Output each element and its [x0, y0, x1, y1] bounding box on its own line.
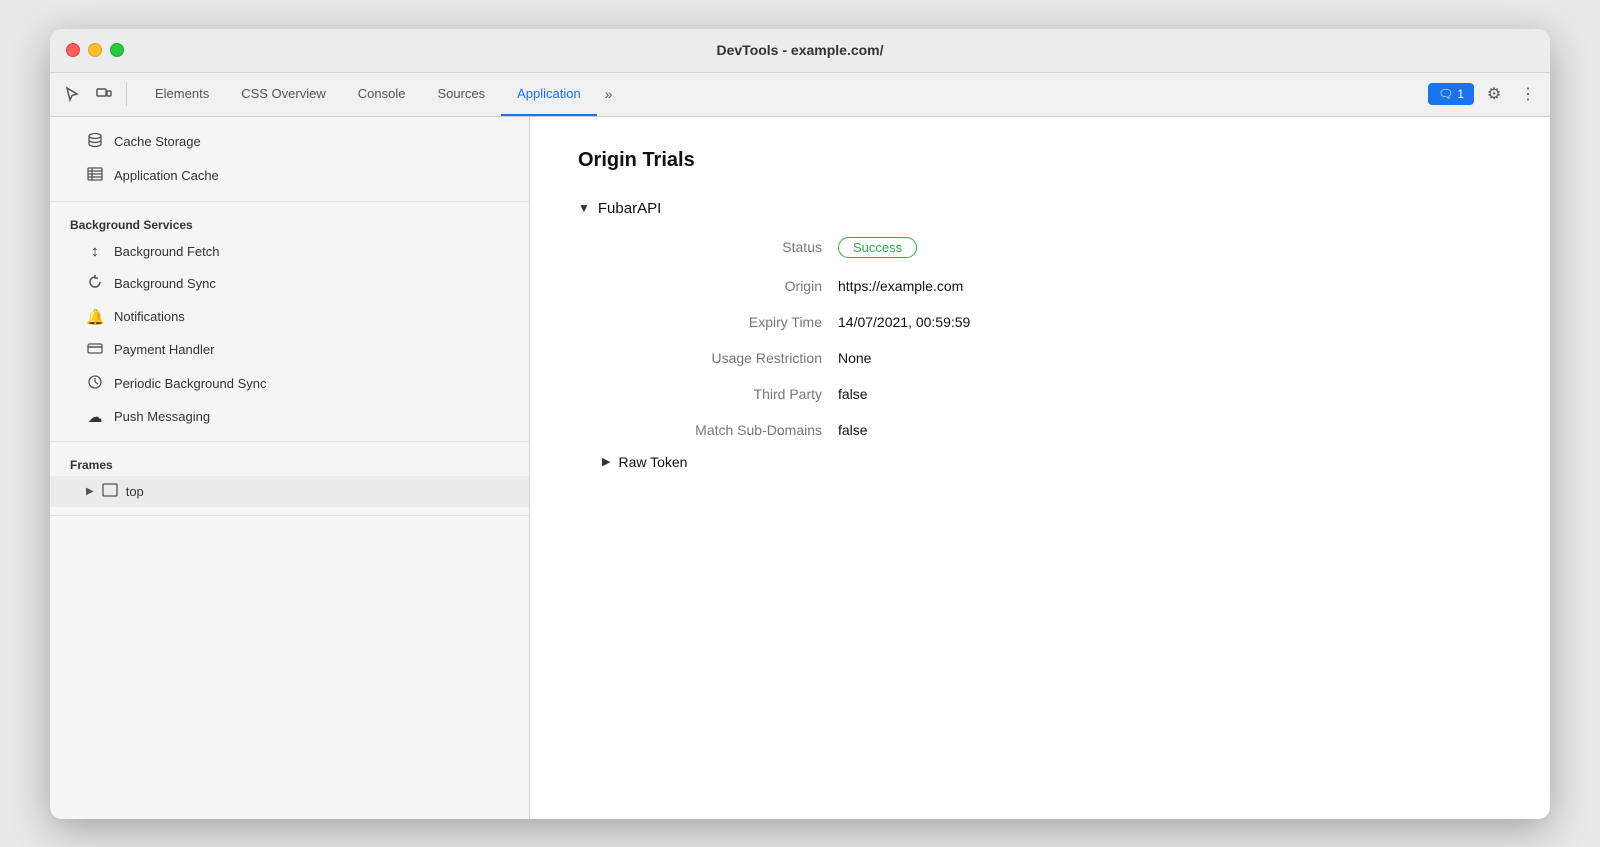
application-cache-label: Application Cache [114, 168, 219, 183]
background-services-section: Background Services ↕ Background Fetch B… [50, 202, 529, 442]
background-sync-label: Background Sync [114, 276, 216, 291]
frames-section: Frames ▶ top [50, 442, 529, 516]
toolbar-right: 🗨 1 ⚙ ⋮ [1428, 73, 1542, 116]
background-sync-icon [86, 274, 104, 294]
tabs-container: Elements CSS Overview Console Sources Ap… [139, 73, 621, 116]
third-party-label: Third Party [602, 386, 822, 402]
toolbar-divider [126, 82, 127, 106]
sidebar-item-push-messaging[interactable]: ☁ Push Messaging [50, 401, 529, 433]
api-expand-arrow-icon: ▼ [578, 201, 590, 215]
status-value: Success [838, 237, 1502, 258]
application-cache-icon [86, 166, 104, 186]
payment-handler-label: Payment Handler [114, 342, 214, 357]
push-messaging-label: Push Messaging [114, 409, 210, 424]
sidebar: Cache Storage Application Cache [50, 117, 530, 819]
settings-button[interactable]: ⚙ [1480, 80, 1508, 108]
cursor-icon[interactable] [58, 80, 86, 108]
periodic-bg-sync-icon [86, 374, 104, 394]
origin-label: Origin [602, 278, 822, 294]
api-header[interactable]: ▼ FubarAPI [578, 200, 1502, 217]
tab-console[interactable]: Console [342, 73, 422, 116]
periodic-bg-sync-label: Periodic Background Sync [114, 376, 266, 391]
api-section: ▼ FubarAPI Status Success Origin https:/… [578, 200, 1502, 470]
frame-arrow-icon: ▶ [86, 486, 94, 497]
minimize-button[interactable] [88, 43, 102, 57]
origin-value: https://example.com [838, 278, 1502, 294]
notification-button[interactable]: 🗨 1 [1428, 83, 1474, 105]
usage-restriction-value: None [838, 350, 1502, 366]
maximize-button[interactable] [110, 43, 124, 57]
more-options-button[interactable]: ⋮ [1514, 80, 1542, 108]
tab-application[interactable]: Application [501, 73, 597, 116]
traffic-lights [66, 43, 124, 57]
tab-css-overview[interactable]: CSS Overview [225, 73, 342, 116]
raw-token-header[interactable]: ▶ Raw Token [602, 454, 1502, 470]
push-messaging-icon: ☁ [86, 408, 104, 426]
window-title: DevTools - example.com/ [716, 42, 883, 58]
title-bar: DevTools - example.com/ [50, 29, 1550, 73]
api-details: Status Success Origin https://example.co… [602, 237, 1502, 438]
devtools-window: DevTools - example.com/ Elements CSS Ove… [50, 29, 1550, 819]
usage-restriction-label: Usage Restriction [602, 350, 822, 366]
match-sub-domains-value: false [838, 422, 1502, 438]
expiry-value: 14/07/2021, 00:59:59 [838, 314, 1502, 330]
payment-handler-icon [86, 340, 104, 360]
status-badge: Success [838, 237, 917, 258]
sidebar-item-top-frame[interactable]: ▶ top [50, 476, 529, 507]
sidebar-item-cache-storage[interactable]: Cache Storage [50, 125, 529, 159]
notifications-label: Notifications [114, 309, 185, 324]
third-party-value: false [838, 386, 1502, 402]
background-fetch-label: Background Fetch [114, 244, 220, 259]
main-area: Cache Storage Application Cache [50, 117, 1550, 819]
notification-count: 1 [1457, 87, 1464, 101]
notification-icon: 🗨 [1438, 87, 1453, 101]
top-frame-label: top [126, 484, 144, 499]
notifications-icon: 🔔 [86, 308, 104, 326]
storage-section: Cache Storage Application Cache [50, 117, 529, 202]
sidebar-item-payment-handler[interactable]: Payment Handler [50, 333, 529, 367]
cache-storage-label: Cache Storage [114, 134, 201, 149]
sidebar-item-notifications[interactable]: 🔔 Notifications [50, 301, 529, 333]
toolbar-left [58, 73, 131, 116]
device-toggle-icon[interactable] [90, 80, 118, 108]
tab-elements[interactable]: Elements [139, 73, 225, 116]
gear-icon: ⚙ [1487, 84, 1501, 104]
frame-box-icon [102, 483, 118, 500]
sidebar-item-background-sync[interactable]: Background Sync [50, 267, 529, 301]
sidebar-item-application-cache[interactable]: Application Cache [50, 159, 529, 193]
expiry-label: Expiry Time [602, 314, 822, 330]
sidebar-item-periodic-bg-sync[interactable]: Periodic Background Sync [50, 367, 529, 401]
background-services-title: Background Services [50, 210, 529, 236]
close-button[interactable] [66, 43, 80, 57]
more-tabs-button[interactable]: » [597, 73, 621, 116]
cache-storage-icon [86, 132, 104, 152]
more-icon: ⋮ [1520, 84, 1536, 104]
background-fetch-icon: ↕ [86, 243, 104, 260]
api-name: FubarAPI [598, 200, 661, 217]
tab-bar: Elements CSS Overview Console Sources Ap… [50, 73, 1550, 117]
match-sub-domains-label: Match Sub-Domains [602, 422, 822, 438]
frames-title: Frames [50, 450, 529, 476]
raw-token-arrow-icon: ▶ [602, 455, 610, 468]
page-title: Origin Trials [578, 149, 1502, 172]
raw-token-label: Raw Token [618, 454, 687, 470]
tab-sources[interactable]: Sources [421, 73, 501, 116]
content-area: Origin Trials ▼ FubarAPI Status Success … [530, 117, 1550, 819]
sidebar-item-background-fetch[interactable]: ↕ Background Fetch [50, 236, 529, 267]
status-label: Status [602, 237, 822, 258]
